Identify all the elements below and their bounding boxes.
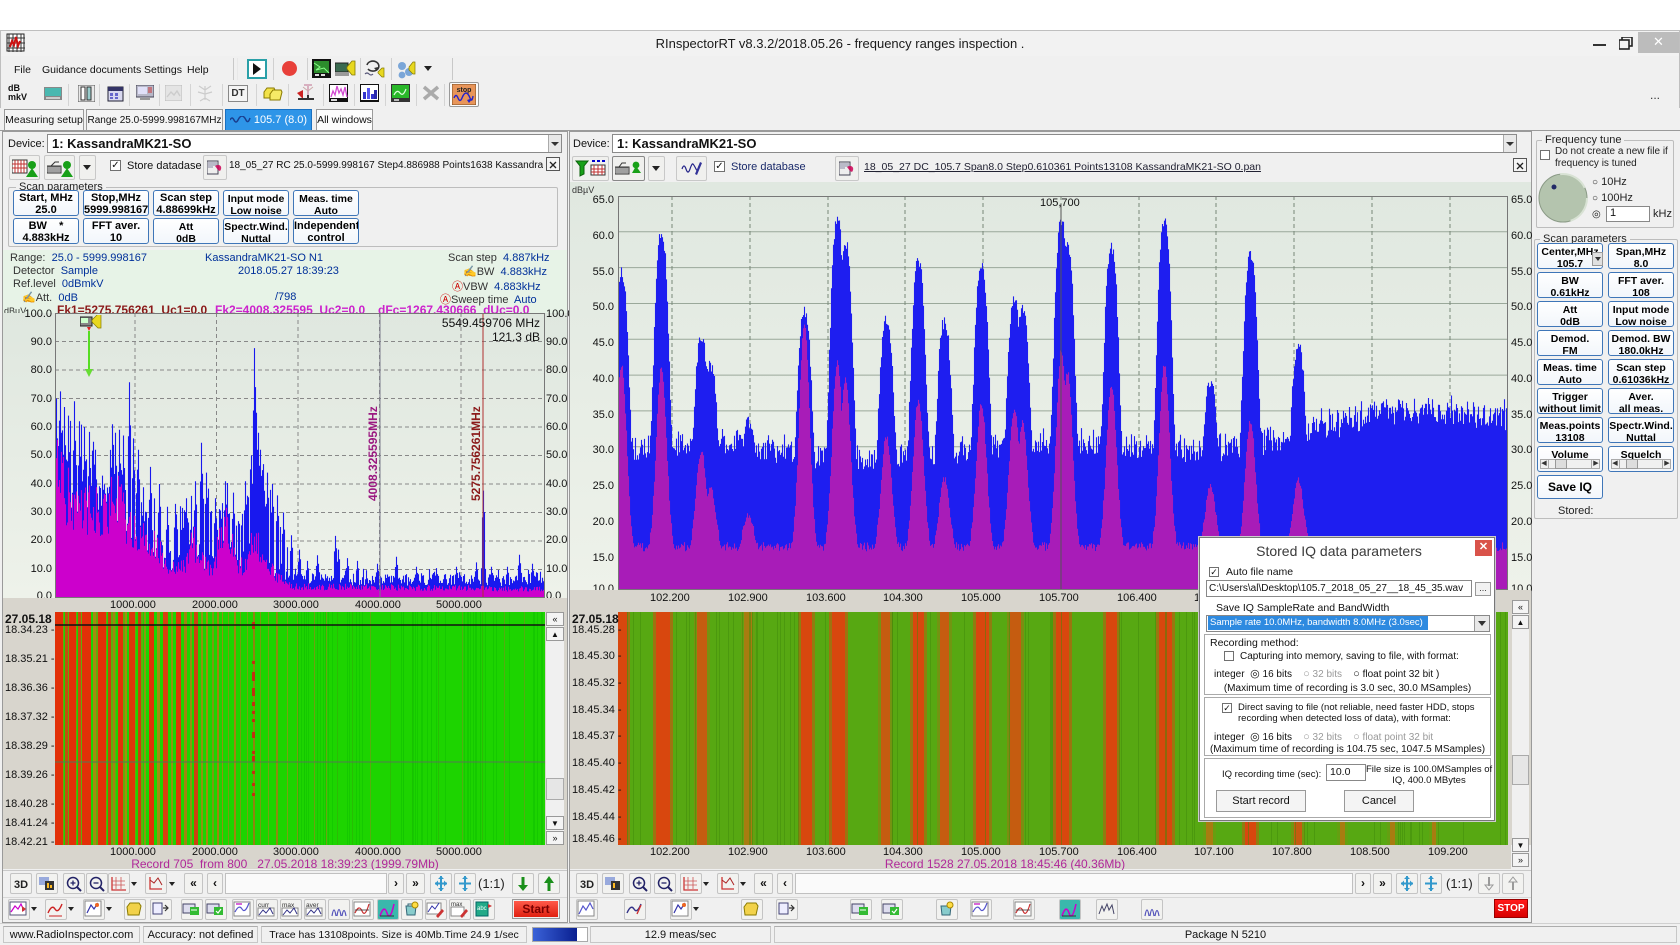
svg-text:3D: 3D (14, 879, 28, 891)
svg-text:stop: stop (457, 87, 472, 94)
svg-text:abc: abc (477, 906, 487, 912)
svg-text:3D: 3D (580, 879, 594, 891)
